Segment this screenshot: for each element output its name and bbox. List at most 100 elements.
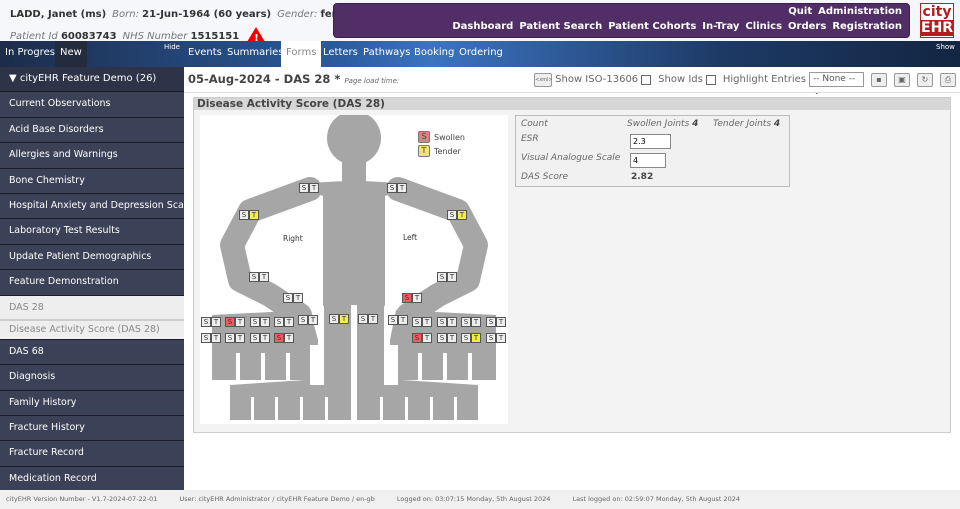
- tab-forms[interactable]: Forms: [281, 41, 322, 67]
- sidebar-item-medication-record[interactable]: Medication Record: [0, 466, 184, 493]
- sidebar-item-diagnosis[interactable]: Diagnosis: [0, 365, 184, 391]
- sidebar-item-fracture-record[interactable]: Fracture Record: [0, 441, 184, 467]
- menu-dashboard[interactable]: Dashboard: [452, 21, 513, 32]
- sidebar-item-acid-base-disorders[interactable]: Acid Base Disorders: [0, 117, 184, 144]
- swollen-toggle[interactable]: S: [437, 317, 447, 327]
- swollen-toggle[interactable]: S: [225, 333, 235, 343]
- sidebar-item-das-68[interactable]: DAS 68: [0, 339, 184, 366]
- swollen-toggle[interactable]: S: [486, 317, 496, 327]
- save-draft-icon[interactable]: ▣: [894, 72, 910, 87]
- highlight-select[interactable]: -- None -- ⌄: [809, 72, 864, 97]
- tender-toggle[interactable]: T: [368, 314, 378, 324]
- menu-patient-cohorts[interactable]: Patient Cohorts: [608, 21, 696, 32]
- tab-booking[interactable]: Booking: [409, 41, 459, 67]
- save-icon[interactable]: ▪: [871, 72, 887, 87]
- tender-toggle[interactable]: T: [339, 314, 349, 324]
- tender-toggle[interactable]: T: [471, 333, 481, 343]
- sidebar-item-current-observations[interactable]: Current Observations: [0, 92, 184, 118]
- swollen-toggle[interactable]: S: [274, 333, 284, 343]
- sidebar-item-feature-demonstration[interactable]: Feature Demonstration: [0, 270, 184, 296]
- warning-icon[interactable]: !: [247, 27, 266, 44]
- swollen-toggle[interactable]: S: [250, 317, 260, 327]
- swollen-toggle[interactable]: S: [329, 314, 339, 324]
- swollen-toggle[interactable]: S: [299, 183, 309, 193]
- sidebar-item-fracture-history[interactable]: Fracture History: [0, 416, 184, 442]
- tab-pathways[interactable]: Pathways: [358, 41, 415, 67]
- show-button[interactable]: Show: [936, 43, 955, 51]
- menu-orders[interactable]: Orders: [788, 21, 826, 32]
- refresh-icon[interactable]: ↻: [917, 72, 933, 87]
- swollen-toggle[interactable]: S: [250, 333, 260, 343]
- sidebar-group-header[interactable]: ▼ cityEHR Feature Demo (26): [0, 67, 184, 93]
- tender-toggle[interactable]: T: [398, 315, 408, 325]
- swollen-toggle[interactable]: S: [358, 314, 368, 324]
- tender-toggle[interactable]: T: [260, 333, 270, 343]
- tender-toggle[interactable]: T: [447, 272, 457, 282]
- esr-input[interactable]: [630, 134, 671, 149]
- sidebar-item-update-patient-demographics[interactable]: Update Patient Demographics: [0, 244, 184, 271]
- swollen-toggle[interactable]: S: [447, 210, 457, 220]
- tab-new[interactable]: New: [55, 41, 87, 67]
- tender-toggle[interactable]: T: [211, 333, 221, 343]
- tender-toggle[interactable]: T: [293, 293, 303, 303]
- swollen-toggle[interactable]: S: [239, 210, 249, 220]
- swollen-toggle[interactable]: S: [461, 333, 471, 343]
- show-ids-checkbox[interactable]: [705, 74, 716, 85]
- tender-toggle[interactable]: T: [412, 293, 422, 303]
- sidebar-item-hospital-anxiety-and-depression-scale[interactable]: Hospital Anxiety and Depression Scale: [0, 193, 192, 220]
- tender-toggle[interactable]: T: [249, 210, 259, 220]
- sidebar-item-family-history[interactable]: Family History: [0, 390, 184, 417]
- swollen-toggle[interactable]: S: [412, 317, 422, 327]
- menu-quit[interactable]: Quit: [788, 6, 812, 17]
- tender-toggle[interactable]: T: [397, 183, 407, 193]
- swollen-toggle[interactable]: S: [225, 317, 235, 327]
- tender-toggle[interactable]: T: [422, 317, 432, 327]
- tender-toggle[interactable]: T: [422, 333, 432, 343]
- swollen-toggle[interactable]: S: [486, 333, 496, 343]
- swollen-toggle[interactable]: S: [461, 317, 471, 327]
- swollen-toggle[interactable]: S: [388, 315, 398, 325]
- swollen-toggle[interactable]: S: [298, 315, 308, 325]
- sidebar-item-laboratory-test-results[interactable]: Laboratory Test Results: [0, 219, 184, 245]
- tender-toggle[interactable]: T: [259, 272, 269, 282]
- swollen-toggle[interactable]: S: [201, 317, 211, 327]
- tender-toggle[interactable]: T: [457, 210, 467, 220]
- tender-toggle[interactable]: T: [284, 333, 294, 343]
- swollen-toggle[interactable]: S: [274, 317, 284, 327]
- swollen-toggle[interactable]: S: [412, 333, 422, 343]
- tab-summaries[interactable]: Summaries: [222, 41, 289, 67]
- swollen-toggle[interactable]: S: [283, 293, 293, 303]
- tender-toggle[interactable]: T: [447, 333, 457, 343]
- sidebar-item-das-28[interactable]: DAS 28: [0, 295, 184, 321]
- menu-patient-search[interactable]: Patient Search: [519, 21, 602, 32]
- show-iso-checkbox[interactable]: [641, 74, 652, 85]
- xml-button[interactable]: <xml>: [534, 72, 553, 87]
- tender-toggle[interactable]: T: [309, 183, 319, 193]
- swollen-toggle[interactable]: S: [201, 333, 211, 343]
- hide-button[interactable]: Hide: [164, 43, 180, 51]
- swollen-toggle[interactable]: S: [387, 183, 397, 193]
- tender-toggle[interactable]: T: [235, 317, 245, 327]
- tab-events[interactable]: Events: [183, 41, 227, 67]
- tender-toggle[interactable]: T: [260, 317, 270, 327]
- tender-toggle[interactable]: T: [308, 315, 318, 325]
- menu-in-tray[interactable]: In-Tray: [702, 21, 739, 32]
- tab-ordering[interactable]: Ordering: [454, 41, 508, 67]
- menu-registration[interactable]: Registration: [832, 21, 902, 32]
- tender-toggle[interactable]: T: [211, 317, 221, 327]
- tender-toggle[interactable]: T: [496, 317, 506, 327]
- tender-toggle[interactable]: T: [496, 333, 506, 343]
- tender-toggle[interactable]: T: [284, 317, 294, 327]
- tender-toggle[interactable]: T: [235, 333, 245, 343]
- swollen-toggle[interactable]: S: [437, 272, 447, 282]
- sidebar-item-allergies-and-warnings[interactable]: Allergies and Warnings: [0, 143, 184, 169]
- swollen-toggle[interactable]: S: [402, 293, 412, 303]
- swollen-toggle[interactable]: S: [249, 272, 259, 282]
- swollen-toggle[interactable]: S: [437, 333, 447, 343]
- vas-input[interactable]: [630, 153, 666, 168]
- sidebar-form-das-28[interactable]: Disease Activity Score (DAS 28): [0, 320, 184, 340]
- tab-letters[interactable]: Letters: [318, 41, 363, 67]
- menu-administration[interactable]: Administration: [818, 6, 902, 17]
- sidebar-item-bone-chemistry[interactable]: Bone Chemistry: [0, 168, 184, 194]
- menu-clinics[interactable]: Clinics: [745, 21, 782, 32]
